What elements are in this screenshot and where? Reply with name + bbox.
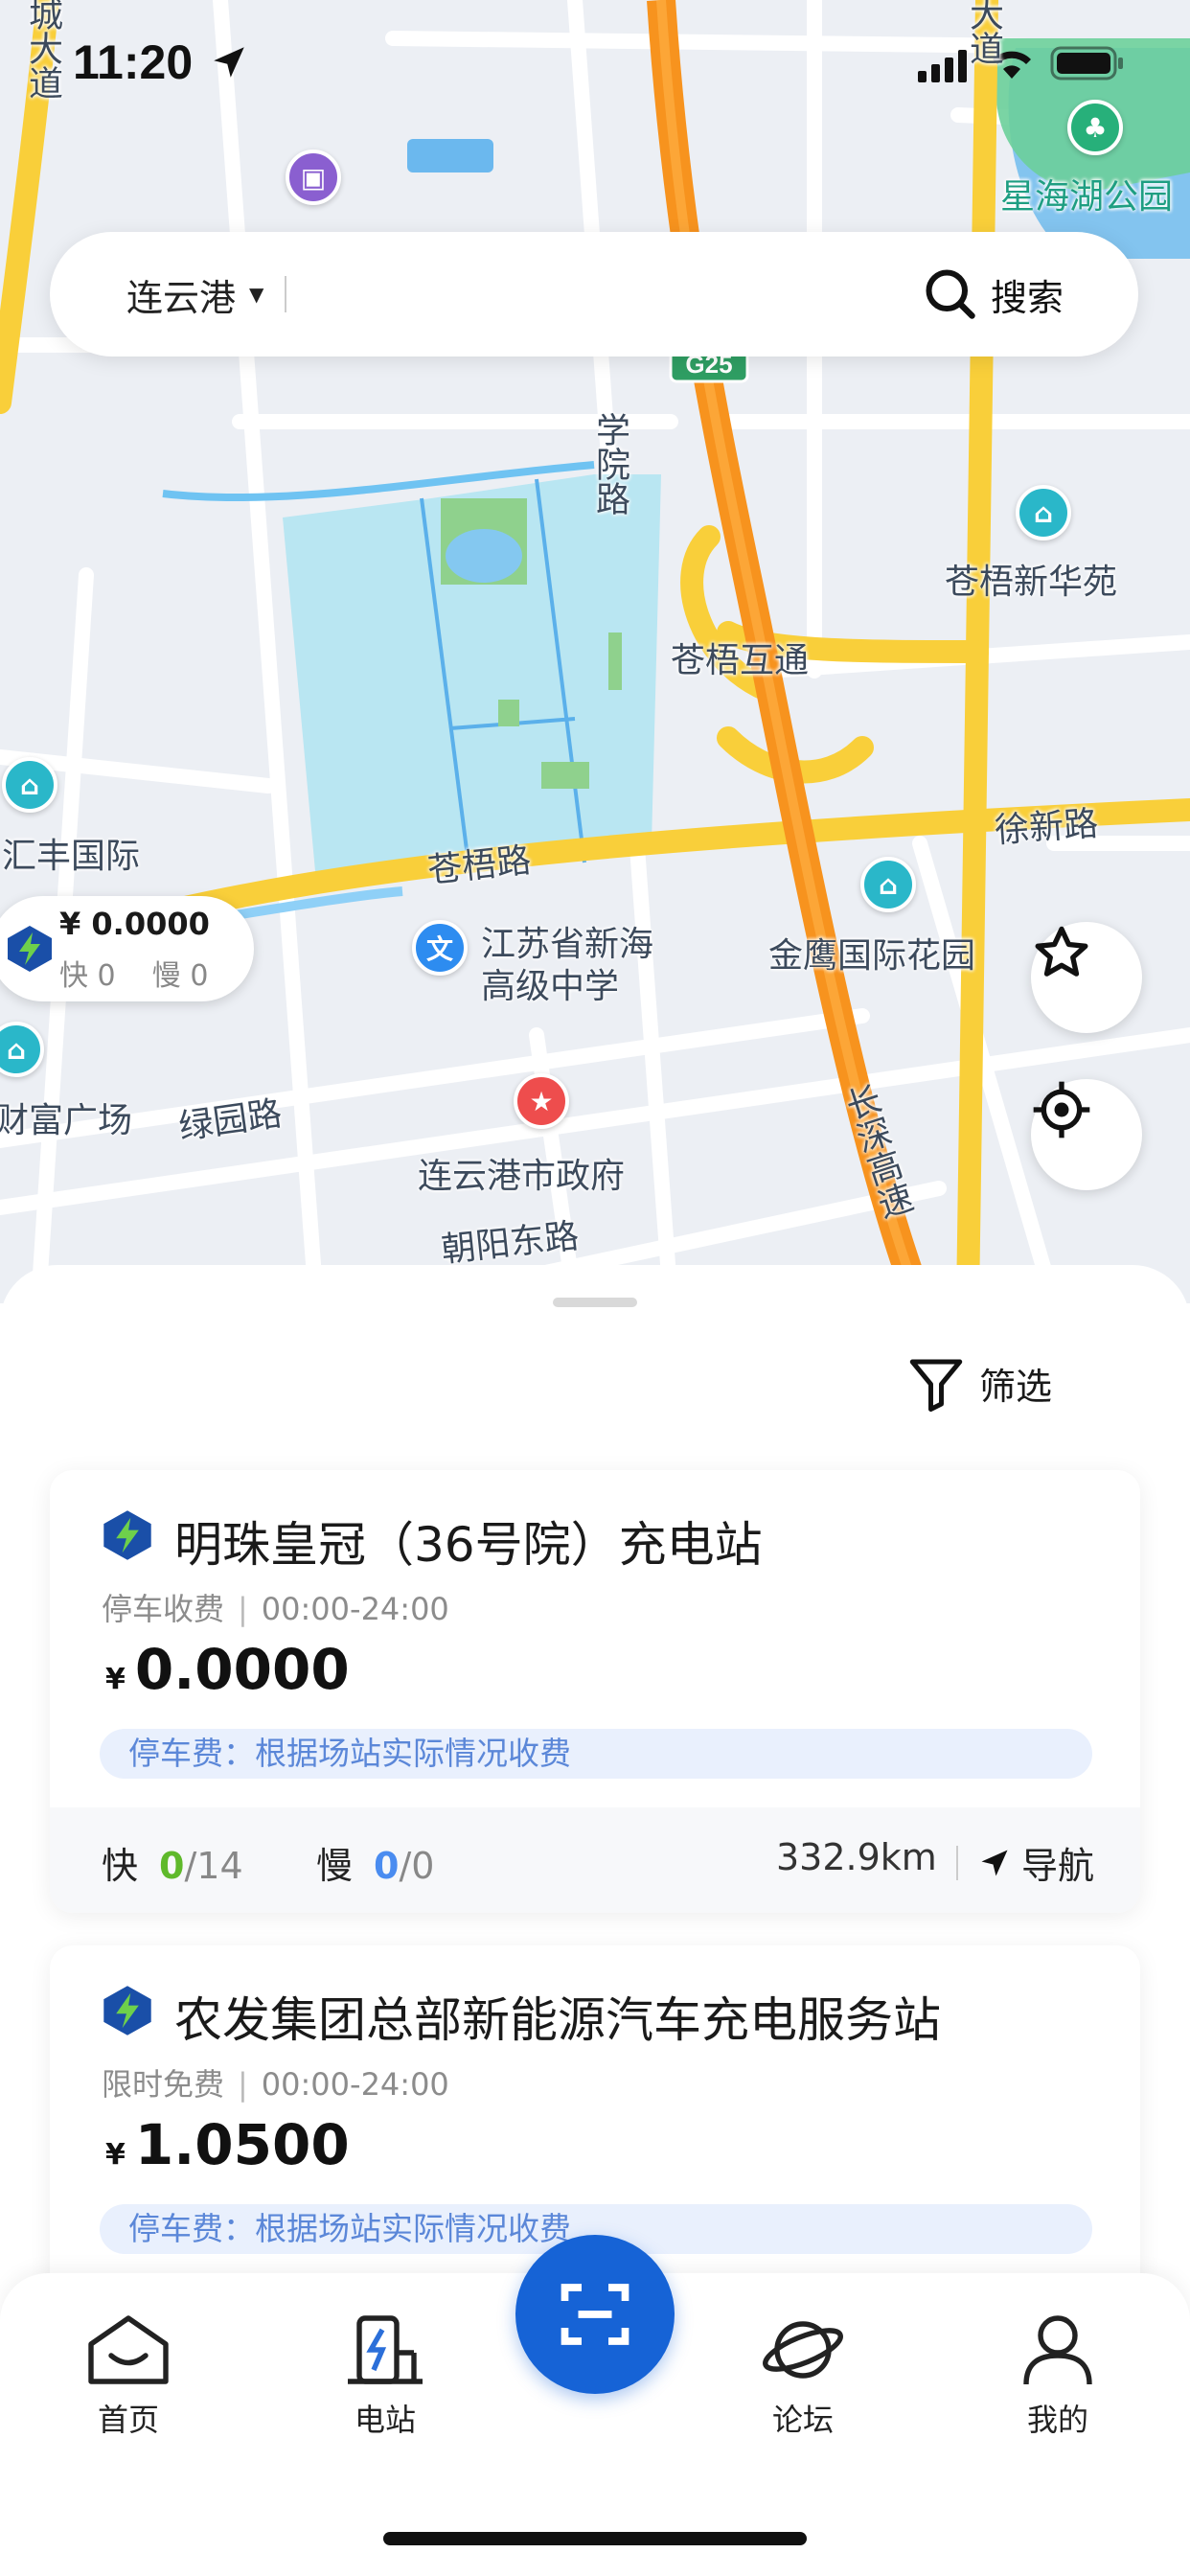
search-icon bbox=[926, 269, 975, 319]
school-poi-icon[interactable]: 文 bbox=[412, 920, 468, 976]
fast-label: 快 bbox=[102, 1845, 139, 1887]
station-card[interactable]: 明珠皇冠（36号院）充电站 停车收费 | 00:00-24:00 ¥0.0000 停… bbox=[50, 1470, 1140, 1913]
charging-station-icon bbox=[100, 1507, 155, 1575]
map-label-xinghai-park: 星海湖公园 bbox=[1000, 177, 1174, 217]
tab-mine[interactable]: 我的 bbox=[981, 2312, 1134, 2440]
search-button-label: 搜索 bbox=[990, 276, 1064, 319]
marker-fast-count: 0 bbox=[97, 959, 116, 993]
tab-home[interactable]: 首页 bbox=[52, 2312, 205, 2440]
home-icon bbox=[88, 2315, 169, 2384]
status-time: 11:20 bbox=[73, 35, 194, 89]
map-label-xueyuan-road: 学院路 bbox=[590, 412, 629, 516]
city-selector[interactable]: 连云港 ▼ bbox=[126, 268, 263, 321]
shopping-poi-icon[interactable]: ▣ bbox=[286, 150, 341, 205]
map-label-caifu: 财富广场 bbox=[0, 1101, 133, 1140]
locate-me-button[interactable] bbox=[1031, 1079, 1142, 1190]
map-label-huifeng: 汇丰国际 bbox=[2, 837, 141, 876]
crosshair-icon bbox=[1033, 1081, 1090, 1138]
charging-station-icon bbox=[100, 1983, 155, 2050]
tab-forum-label: 论坛 bbox=[771, 2402, 834, 2438]
sheet-drag-handle[interactable] bbox=[553, 1298, 637, 1307]
slow-charger-count: 慢 0/0 bbox=[316, 1836, 434, 1889]
map-label-gov: 连云港市政府 bbox=[418, 1157, 626, 1196]
marker-fast-label: 快 bbox=[59, 959, 88, 993]
slow-label: 慢 bbox=[316, 1845, 354, 1887]
navigate-label: 导航 bbox=[1021, 1845, 1095, 1887]
currency-symbol: ¥ bbox=[105, 1663, 126, 1696]
government-poi-icon[interactable]: ★ bbox=[514, 1073, 569, 1129]
station-price: ¥0.0000 bbox=[105, 1637, 350, 1702]
caret-down-icon: ▼ bbox=[249, 283, 264, 306]
park-poi-icon[interactable]: ♣ bbox=[1067, 100, 1123, 155]
slow-available: 0 bbox=[374, 1845, 400, 1887]
map-label-cangwu-xinhua: 苍梧新华苑 bbox=[945, 563, 1118, 602]
station-distance: 332.9km bbox=[776, 1836, 937, 1878]
marker-counts: 快 0 慢 0 bbox=[59, 952, 208, 994]
tab-home-label: 首页 bbox=[97, 2402, 159, 2438]
fee-type: 停车收费 bbox=[102, 1591, 225, 1627]
open-hours: 00:00-24:00 bbox=[261, 2066, 449, 2103]
tab-stations-label: 电站 bbox=[354, 2402, 416, 2438]
scan-button[interactable] bbox=[515, 2235, 675, 2394]
map-label-cangwu-interchange: 苍梧互通 bbox=[671, 641, 810, 680]
residential-poi-icon-cangwu[interactable]: ⌂ bbox=[1016, 485, 1071, 540]
city-name: 连云港 bbox=[126, 276, 237, 319]
slow-total: /0 bbox=[399, 1845, 435, 1887]
bottom-tab-bar: 首页 电站 论坛 我的 bbox=[0, 2235, 1190, 2576]
fast-charger-count: 快 0/14 bbox=[102, 1836, 243, 1889]
map-label-jinying: 金鹰国际花园 bbox=[768, 936, 976, 976]
station-map-marker[interactable]: ¥ 0.0000 快 0 慢 0 bbox=[0, 896, 254, 1001]
footer-divider bbox=[956, 1846, 958, 1880]
filter-button[interactable]: 筛选 bbox=[904, 1351, 1052, 1414]
station-title: 明珠皇冠（36号院）充电站 bbox=[100, 1506, 763, 1576]
marker-slow-label: 慢 bbox=[151, 959, 181, 993]
station-meta: 停车收费 | 00:00-24:00 bbox=[102, 1591, 449, 1627]
map-label-school-line2: 高级中学 bbox=[481, 967, 620, 1006]
map-label-da-dao: 大道 bbox=[964, 0, 1003, 65]
currency-symbol: ¥ bbox=[105, 2138, 126, 2172]
scan-icon bbox=[561, 2284, 629, 2345]
search-button[interactable]: 搜索 bbox=[922, 265, 1064, 323]
navigate-button[interactable]: 导航 bbox=[977, 1836, 1094, 1889]
filter-icon bbox=[909, 1359, 963, 1412]
charging-pile-icon bbox=[348, 2315, 423, 2384]
tab-stations[interactable]: 电站 bbox=[309, 2312, 462, 2440]
fast-total: /14 bbox=[184, 1845, 243, 1887]
map-view[interactable]: G25 11:20 城大道 大道 星海湖公园 学院路 苍梧新华苑 苍梧互通 汇丰… bbox=[0, 0, 1190, 1303]
tab-mine-label: 我的 bbox=[1026, 2402, 1088, 2438]
user-icon bbox=[1023, 2315, 1092, 2385]
map-label-cheng-da-dao: 城大道 bbox=[23, 0, 62, 100]
search-bar[interactable]: 连云港 ▼ 搜索 bbox=[50, 232, 1138, 356]
station-name: 明珠皇冠（36号院）充电站 bbox=[174, 1517, 763, 1573]
station-title: 农发集团总部新能源汽车充电服务站 bbox=[100, 1982, 941, 2051]
fast-available: 0 bbox=[159, 1845, 185, 1887]
station-name: 农发集团总部新能源汽车充电服务站 bbox=[174, 1992, 941, 2048]
fee-type: 限时免费 bbox=[102, 2066, 225, 2103]
marker-slow-count: 0 bbox=[190, 959, 209, 993]
map-label-xuxin-road: 徐新路 bbox=[993, 804, 1100, 851]
favorites-button[interactable] bbox=[1031, 922, 1142, 1033]
navigation-arrow-icon bbox=[981, 1850, 1008, 1875]
search-divider bbox=[285, 276, 287, 312]
price-value: 1.0500 bbox=[134, 2112, 350, 2177]
home-indicator bbox=[383, 2532, 807, 2545]
residential-poi-icon-huifeng[interactable]: ⌂ bbox=[2, 757, 57, 813]
filter-label: 筛选 bbox=[979, 1365, 1053, 1408]
station-card-footer: 快 0/14 慢 0/0 332.9km 导航 bbox=[50, 1807, 1140, 1913]
planet-icon bbox=[763, 2321, 843, 2379]
price-value: 0.0000 bbox=[134, 1637, 350, 1702]
residential-poi-icon-jinying[interactable]: ⌂ bbox=[860, 857, 916, 912]
star-icon bbox=[1035, 926, 1088, 977]
station-price: ¥1.0500 bbox=[105, 2112, 350, 2177]
parking-note: 停车费：根据场站实际情况收费 bbox=[100, 1729, 1092, 1779]
tab-forum[interactable]: 论坛 bbox=[726, 2312, 880, 2440]
marker-price: ¥ 0.0000 bbox=[59, 906, 210, 942]
station-meta: 限时免费 | 00:00-24:00 bbox=[102, 2066, 449, 2103]
open-hours: 00:00-24:00 bbox=[261, 1591, 449, 1627]
